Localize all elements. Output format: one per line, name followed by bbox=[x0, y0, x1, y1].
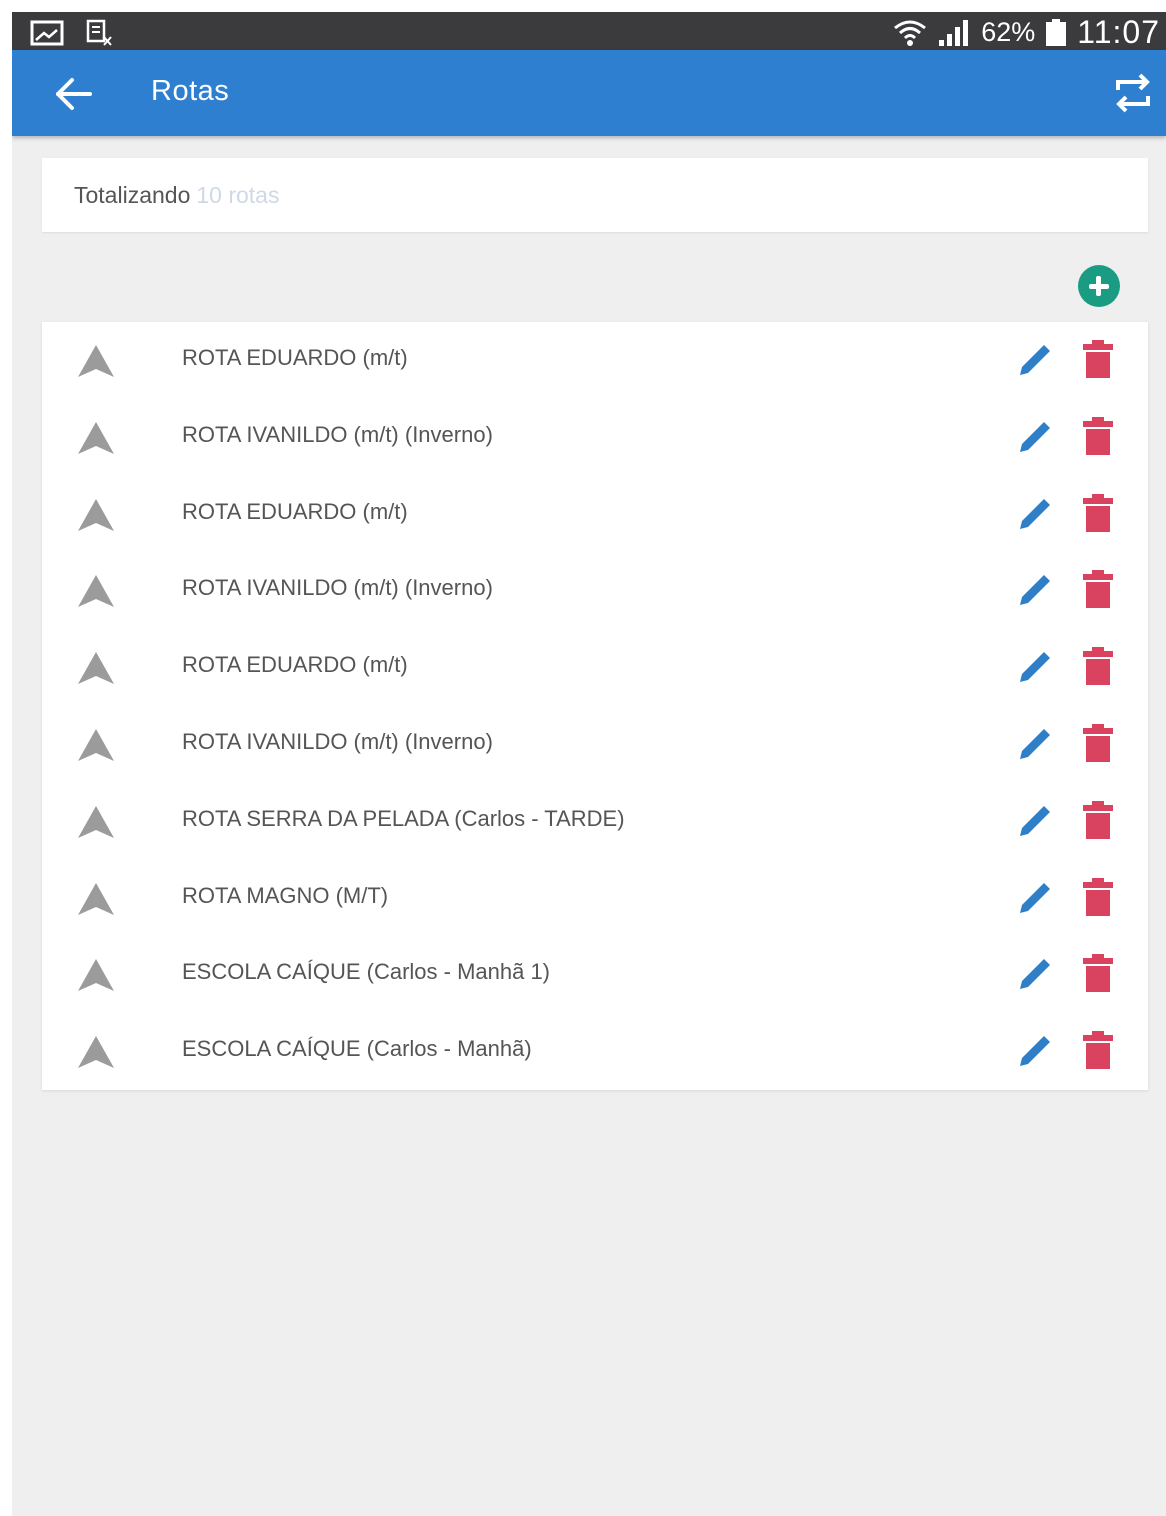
page-title: Rotas bbox=[151, 75, 230, 107]
pencil-icon[interactable] bbox=[1014, 493, 1056, 535]
pencil-icon[interactable] bbox=[1014, 1030, 1056, 1072]
pencil-icon[interactable] bbox=[1014, 416, 1056, 458]
navigation-arrow-icon bbox=[78, 959, 114, 992]
list-item[interactable]: ROTA SERRA DA PELADA (Carlos - TARDE) bbox=[42, 783, 1148, 860]
trash-icon[interactable] bbox=[1080, 338, 1116, 380]
signal-icon bbox=[939, 19, 969, 46]
navigation-arrow-icon bbox=[78, 575, 114, 608]
trash-icon[interactable] bbox=[1080, 799, 1116, 841]
status-bar: 62% 11:07 bbox=[12, 12, 1166, 50]
arrow-left-icon bbox=[56, 78, 92, 110]
list-item[interactable]: ROTA IVANILDO (m/t) (Inverno) bbox=[42, 552, 1148, 629]
route-name: ROTA MAGNO (M/T) bbox=[182, 882, 389, 908]
pencil-icon[interactable] bbox=[1014, 953, 1056, 995]
wifi-icon bbox=[894, 20, 927, 46]
navigation-arrow-icon bbox=[78, 1036, 114, 1069]
navigation-arrow-icon bbox=[78, 728, 114, 761]
swap-button[interactable] bbox=[1110, 70, 1156, 116]
list-item[interactable]: ROTA IVANILDO (m/t) (Inverno) bbox=[42, 706, 1148, 783]
navigation-arrow-icon bbox=[78, 652, 114, 685]
list-item[interactable]: ROTA MAGNO (M/T) bbox=[42, 860, 1148, 937]
list-item[interactable]: ESCOLA CAÍQUE (Carlos - Manhã) bbox=[42, 1013, 1148, 1090]
pencil-icon[interactable] bbox=[1014, 646, 1056, 688]
back-button[interactable] bbox=[52, 72, 96, 116]
swap-icon bbox=[1116, 73, 1150, 113]
pencil-icon[interactable] bbox=[1014, 877, 1056, 919]
summary-label: Totalizando bbox=[74, 182, 191, 208]
route-name: ROTA IVANILDO (m/t) (Inverno) bbox=[182, 421, 493, 447]
list-item[interactable]: ROTA EDUARDO (m/t) bbox=[42, 322, 1148, 399]
battery-icon bbox=[1046, 18, 1067, 46]
summary-count: 10 rotas bbox=[196, 182, 280, 208]
route-name: ROTA IVANILDO (m/t) (Inverno) bbox=[182, 575, 493, 601]
trash-icon[interactable] bbox=[1080, 952, 1116, 994]
trash-icon[interactable] bbox=[1080, 876, 1116, 918]
pencil-icon[interactable] bbox=[1014, 569, 1056, 611]
summary-text: Totalizando 10 rotas bbox=[74, 182, 279, 209]
route-name: ROTA EDUARDO (m/t) bbox=[182, 652, 408, 678]
battery-percentage: 62% bbox=[981, 17, 1036, 47]
trash-icon[interactable] bbox=[1080, 722, 1116, 764]
list-item[interactable]: ROTA IVANILDO (m/t) (Inverno) bbox=[42, 399, 1148, 476]
route-name: ROTA EDUARDO (m/t) bbox=[182, 345, 408, 370]
list-item[interactable]: ROTA EDUARDO (m/t) bbox=[42, 476, 1148, 553]
app-bar: Rotas bbox=[12, 50, 1166, 136]
notification-icon bbox=[86, 19, 112, 46]
clock: 11:07 bbox=[1077, 14, 1160, 50]
summary-card: Totalizando 10 rotas bbox=[42, 158, 1148, 232]
pencil-icon[interactable] bbox=[1014, 723, 1056, 765]
pencil-icon[interactable] bbox=[1014, 800, 1056, 842]
trash-icon[interactable] bbox=[1080, 1029, 1116, 1071]
route-name: ESCOLA CAÍQUE (Carlos - Manhã 1) bbox=[182, 959, 551, 985]
screen: 62% 11:07 Rotas Totalizando 10 rotas ROT… bbox=[12, 12, 1166, 1516]
pencil-icon[interactable] bbox=[1014, 339, 1056, 381]
trash-icon[interactable] bbox=[1080, 415, 1116, 457]
route-name: ROTA EDUARDO (m/t) bbox=[182, 498, 408, 524]
navigation-arrow-icon bbox=[78, 805, 114, 838]
navigation-arrow-icon bbox=[78, 882, 114, 915]
trash-icon[interactable] bbox=[1080, 568, 1116, 610]
gallery-icon bbox=[30, 20, 64, 46]
route-name: ROTA IVANILDO (m/t) (Inverno) bbox=[182, 728, 493, 754]
navigation-arrow-icon bbox=[78, 421, 114, 454]
trash-icon[interactable] bbox=[1080, 492, 1116, 534]
route-name: ESCOLA CAÍQUE (Carlos - Manhã) bbox=[182, 1036, 532, 1062]
add-route-button[interactable] bbox=[1078, 265, 1120, 307]
trash-icon[interactable] bbox=[1080, 645, 1116, 687]
list-item[interactable]: ESCOLA CAÍQUE (Carlos - Manhã 1) bbox=[42, 936, 1148, 1013]
navigation-arrow-icon bbox=[78, 345, 114, 377]
navigation-arrow-icon bbox=[78, 498, 114, 531]
route-list: ROTA EDUARDO (m/t) ROTA IVANILDO (m/t) (… bbox=[42, 322, 1148, 1090]
route-name: ROTA SERRA DA PELADA (Carlos - TARDE) bbox=[182, 805, 625, 831]
list-item[interactable]: ROTA EDUARDO (m/t) bbox=[42, 629, 1148, 706]
